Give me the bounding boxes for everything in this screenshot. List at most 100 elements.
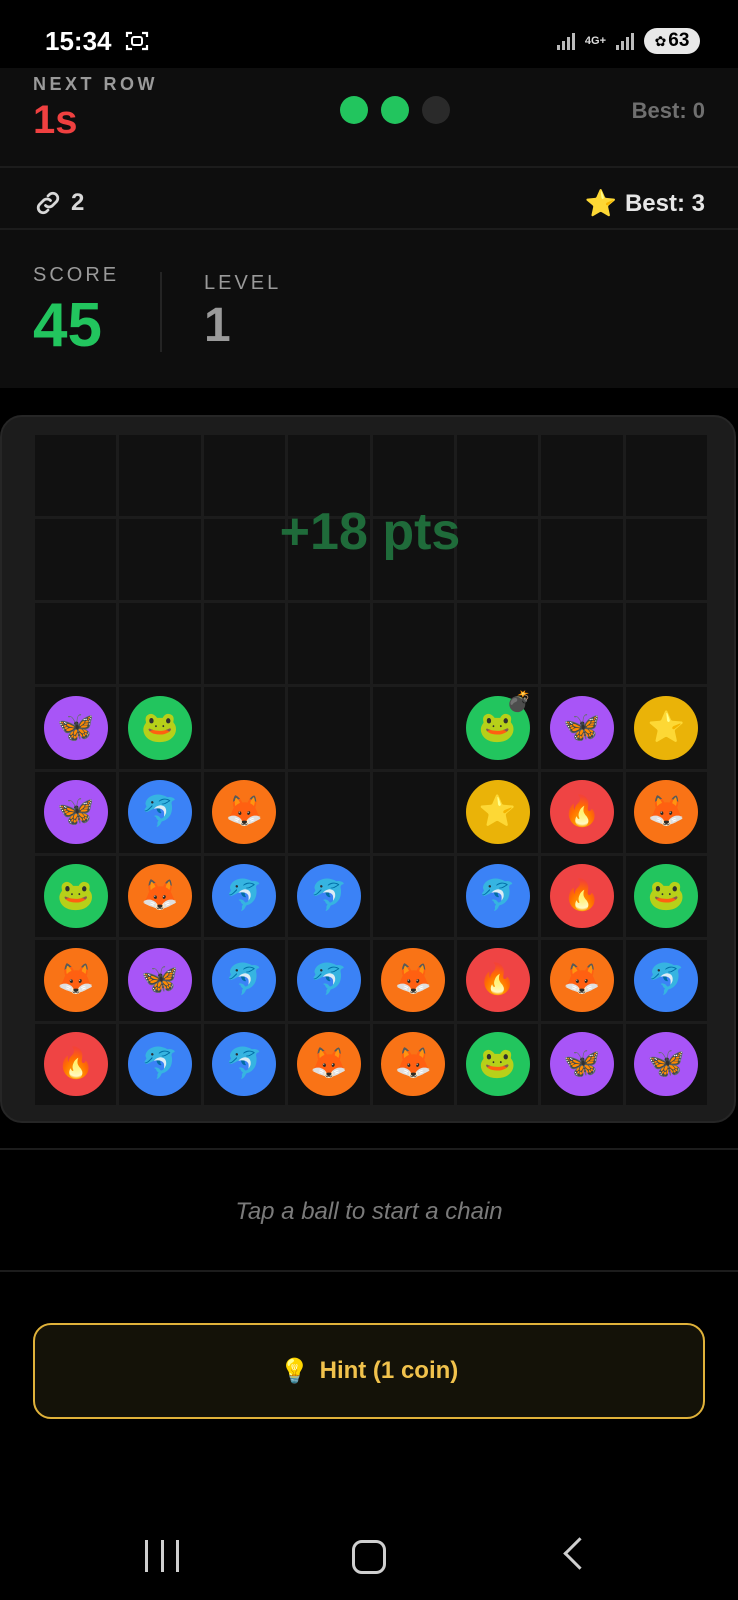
butterfly-icon: 🦋 [647,1047,685,1081]
battery-level: 63 [668,30,690,51]
fox-ball[interactable]: 🦊 [212,780,277,845]
game-board: 🦋 🐸 🐸 💣 🦋 ⭐ 🦋 🐬 🦊 ⭐ 🔥 🦊 🐸 🦊 🐬 🐬 🐬 🔥 🐸 🦊 🦋 🐬 🐬 🦊 🔥 🦊 🐬 🔥 🐬 🐬 🦊 🦊 🐸 🦋 🦋 +18 … [0,415,736,1123]
board-cell: ⭐ [625,687,707,769]
butterfly-ball[interactable]: 🦋 [43,780,108,845]
board-cell [203,687,286,769]
signal-icon [556,32,575,50]
fox-icon: 🦊 [225,795,264,829]
fire-icon: 🔥 [57,1047,95,1081]
next-row-timer: 1s [33,98,78,142]
star-ball[interactable]: ⭐ [634,695,699,760]
divider [0,166,738,168]
board-cell [625,603,707,685]
frog-ball[interactable]: 🐸 [43,864,108,929]
star-icon: ⭐ [584,188,617,218]
vertical-divider [160,272,162,352]
divider [0,228,738,230]
board-cell: 🦋 [35,771,117,853]
fire-ball[interactable]: 🔥 [549,864,614,929]
board-cell [288,603,370,685]
board-cell [288,771,370,853]
fox-ball[interactable]: 🦊 [296,1032,361,1097]
butterfly-ball[interactable]: 🦋 [43,695,108,760]
board-cell: 🦊 [203,771,286,853]
fox-ball[interactable]: 🦊 [381,1032,446,1097]
recent-apps-button[interactable] [145,1540,179,1572]
fire-ball[interactable]: 🔥 [43,1032,108,1097]
score-value: 45 [33,291,102,360]
dolphin-icon: 🐬 [225,879,264,913]
dolphin-icon: 🐬 [225,1047,264,1081]
dolphin-ball[interactable]: 🐬 [212,864,277,929]
frog-icon: 🐸 [647,879,685,913]
fox-ball[interactable]: 🦊 [128,864,193,929]
dolphin-ball[interactable]: 🐬 [128,780,193,845]
back-button[interactable] [563,1537,596,1570]
dolphin-ball[interactable]: 🐬 [465,864,530,929]
divider [0,1148,738,1150]
progress-dot [381,96,409,124]
board-cell: 🦋 [625,1023,707,1105]
board-cell: 🦊 [625,771,707,853]
fox-ball[interactable]: 🦊 [634,780,699,845]
board-cell [372,435,454,517]
chain-counter: 2 [33,188,84,218]
fox-icon: 🦊 [563,963,601,997]
star-best-label: Best: 3 [624,189,705,217]
dolphin-icon: 🐬 [647,963,685,997]
fire-ball[interactable]: 🔥 [465,948,530,1013]
board-cell: 🔥 [456,939,539,1021]
dolphin-ball[interactable]: 🐬 [296,948,361,1013]
bomb-icon: 💣 [506,690,532,713]
butterfly-ball[interactable]: 🦋 [634,1032,699,1097]
progress-dot [340,96,368,124]
board-cell [456,519,539,601]
butterfly-icon: 🦋 [57,710,95,744]
status-bar: 15:34 4G+ ✿ 63 [0,0,738,68]
board-cell: 🐬 [288,939,370,1021]
fox-icon: 🦊 [647,795,685,829]
screenshot-icon [125,31,149,51]
frog-ball[interactable]: 🐸 [465,1032,530,1097]
fox-ball[interactable]: 🦊 [381,948,446,1013]
board-cell [541,519,623,601]
butterfly-ball[interactable]: 🦋 [549,1032,614,1097]
dolphin-ball[interactable]: 🐬 [128,1032,193,1097]
dolphin-ball[interactable]: 🐬 [634,948,699,1013]
board-cell: 🦊 [372,939,454,1021]
fox-ball[interactable]: 🦊 [549,948,614,1013]
hint-label: Hint (1 coin) [319,1357,459,1384]
home-button[interactable] [352,1540,386,1574]
star-icon: ⭐ [647,710,685,744]
frog-ball[interactable]: 🐸 [634,864,699,929]
dolphin-ball[interactable]: 🐬 [212,1032,277,1097]
dolphin-ball[interactable]: 🐬 [296,864,361,929]
fox-ball[interactable]: 🦊 [43,948,108,1013]
butterfly-icon: 🦋 [57,795,95,829]
frog-icon: 🐸 [57,879,95,913]
board-cell [456,603,539,685]
board-cell [203,519,286,601]
star-ball[interactable]: ⭐ [465,780,530,845]
score-label: SCORE [33,264,120,286]
board-cell: 🦊 [372,1023,454,1105]
butterfly-icon: 🦋 [563,1047,601,1081]
board-cell: 🦊 [541,939,623,1021]
frog-icon: 🐸 [141,710,179,744]
butterfly-ball[interactable]: 🦋 [549,695,614,760]
board-cell [203,435,286,517]
hint-button[interactable]: 💡 Hint (1 coin) [33,1323,705,1419]
status-time: 15:34 [45,26,112,56]
dolphin-icon: 🐬 [310,963,348,997]
fox-icon: 🦊 [394,963,432,997]
dolphin-icon: 🐬 [478,879,517,913]
butterfly-ball[interactable]: 🦋 [128,948,193,1013]
frog-ball[interactable]: 🐸 [128,695,193,760]
frog-bomb-ball[interactable]: 🐸 💣 [465,692,532,760]
level-value: 1 [204,299,231,352]
fire-ball[interactable]: 🔥 [549,780,614,845]
board-cell [288,519,370,601]
board-cell: 🐬 [288,855,370,937]
dolphin-ball[interactable]: 🐬 [212,948,277,1013]
board-cell: 🔥 [35,1023,117,1105]
